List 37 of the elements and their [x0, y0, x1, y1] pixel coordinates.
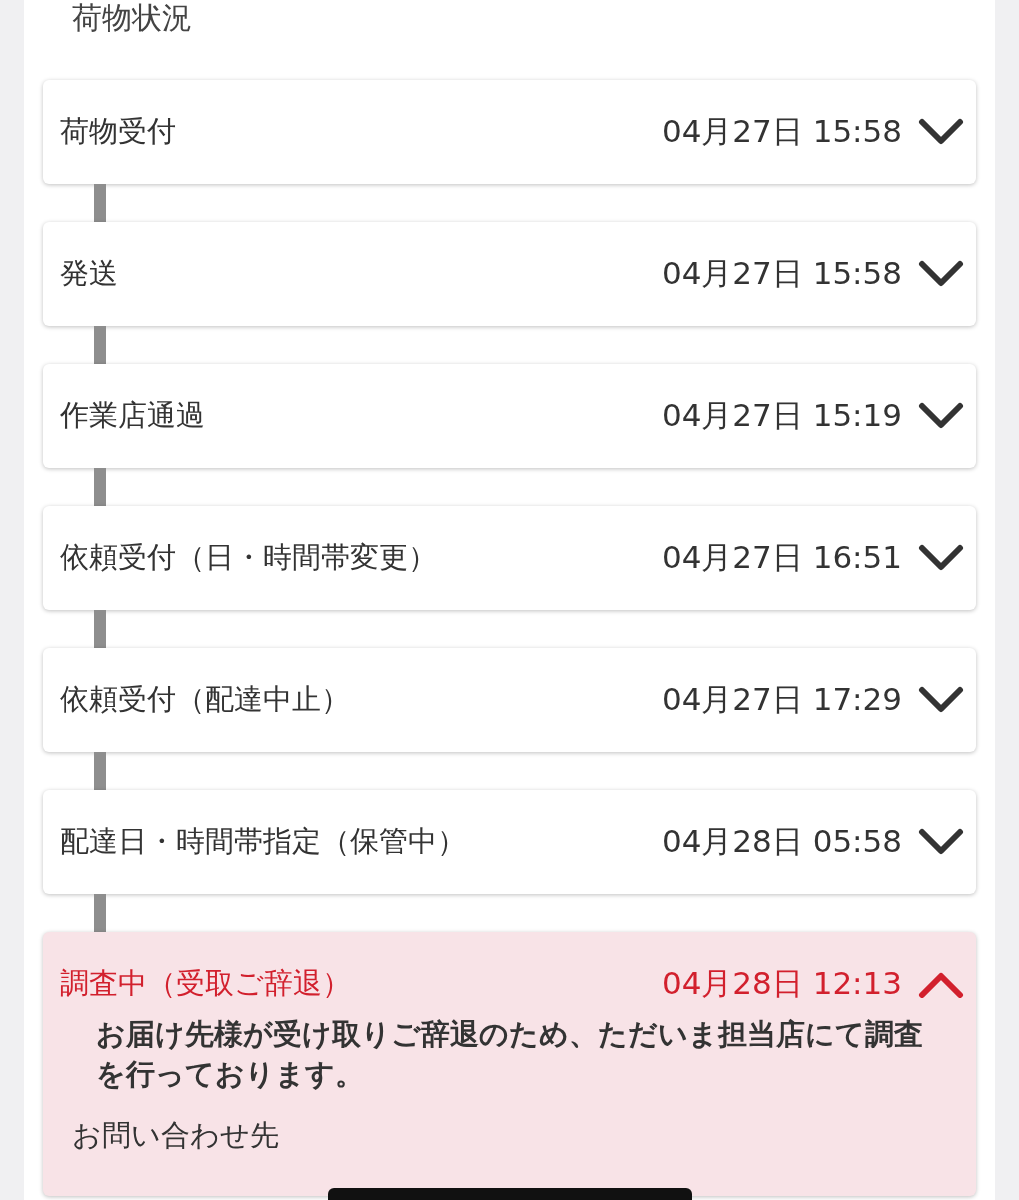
status-card[interactable]: 発送 04月27日 15:58 [43, 222, 976, 326]
status-datetime: 04月27日 15:58 [661, 254, 902, 293]
status-message: お届け先様が受け取りご辞退のため、ただいま担当店にて調査を行っております。 [96, 1016, 924, 1093]
timeline-connector [94, 468, 106, 506]
timeline-connector [94, 184, 106, 222]
status-name: 荷物受付 [60, 113, 177, 150]
status-datetime: 04月27日 17:29 [661, 680, 902, 719]
status-datetime: 04月28日 05:58 [661, 822, 902, 861]
status-card[interactable]: 荷物受付 04月27日 15:58 [43, 80, 976, 184]
status-name: 作業店通過 [60, 397, 206, 434]
status-datetime: 04月28日 12:13 [661, 964, 902, 1003]
chevron-down-icon[interactable] [918, 118, 964, 146]
status-card[interactable]: 調査中（受取ご辞退） 04月28日 12:13 お届け先様が受け取りご辞退のため、ただいま担当店にて調査を行っております。 お問い合わせ先 [43, 932, 976, 1196]
chevron-down-icon[interactable] [918, 686, 964, 714]
status-name: 発送 [60, 255, 119, 292]
status-datetime: 04月27日 15:19 [661, 396, 902, 435]
status-card[interactable]: 依頼受付（日・時間帯変更） 04月27日 16:51 [43, 506, 976, 610]
timeline-connector [94, 610, 106, 648]
status-card[interactable]: 依頼受付（配達中止） 04月27日 17:29 [43, 648, 976, 752]
timeline-connector [94, 752, 106, 790]
chevron-down-icon[interactable] [918, 544, 964, 572]
status-datetime: 04月27日 15:58 [661, 112, 902, 151]
contact-label: お問い合わせ先 [72, 1117, 279, 1154]
status-name: 配達日・時間帯指定（保管中） [60, 823, 467, 860]
timeline-connector [94, 326, 106, 364]
status-card[interactable]: 配達日・時間帯指定（保管中） 04月28日 05:58 [43, 790, 976, 894]
timeline-connector [94, 894, 106, 932]
chevron-down-icon[interactable] [918, 260, 964, 288]
chevron-down-icon[interactable] [918, 402, 964, 430]
chevron-up-icon[interactable] [918, 970, 964, 998]
status-name: 依頼受付（配達中止） [60, 681, 351, 718]
status-name: 調査中（受取ご辞退） [60, 965, 352, 1002]
status-name: 依頼受付（日・時間帯変更） [60, 539, 438, 576]
status-datetime: 04月27日 16:51 [661, 538, 902, 577]
chevron-down-icon[interactable] [918, 828, 964, 856]
status-card[interactable]: 作業店通過 04月27日 15:19 [43, 364, 976, 468]
section-title: 荷物状況 [71, 0, 192, 36]
